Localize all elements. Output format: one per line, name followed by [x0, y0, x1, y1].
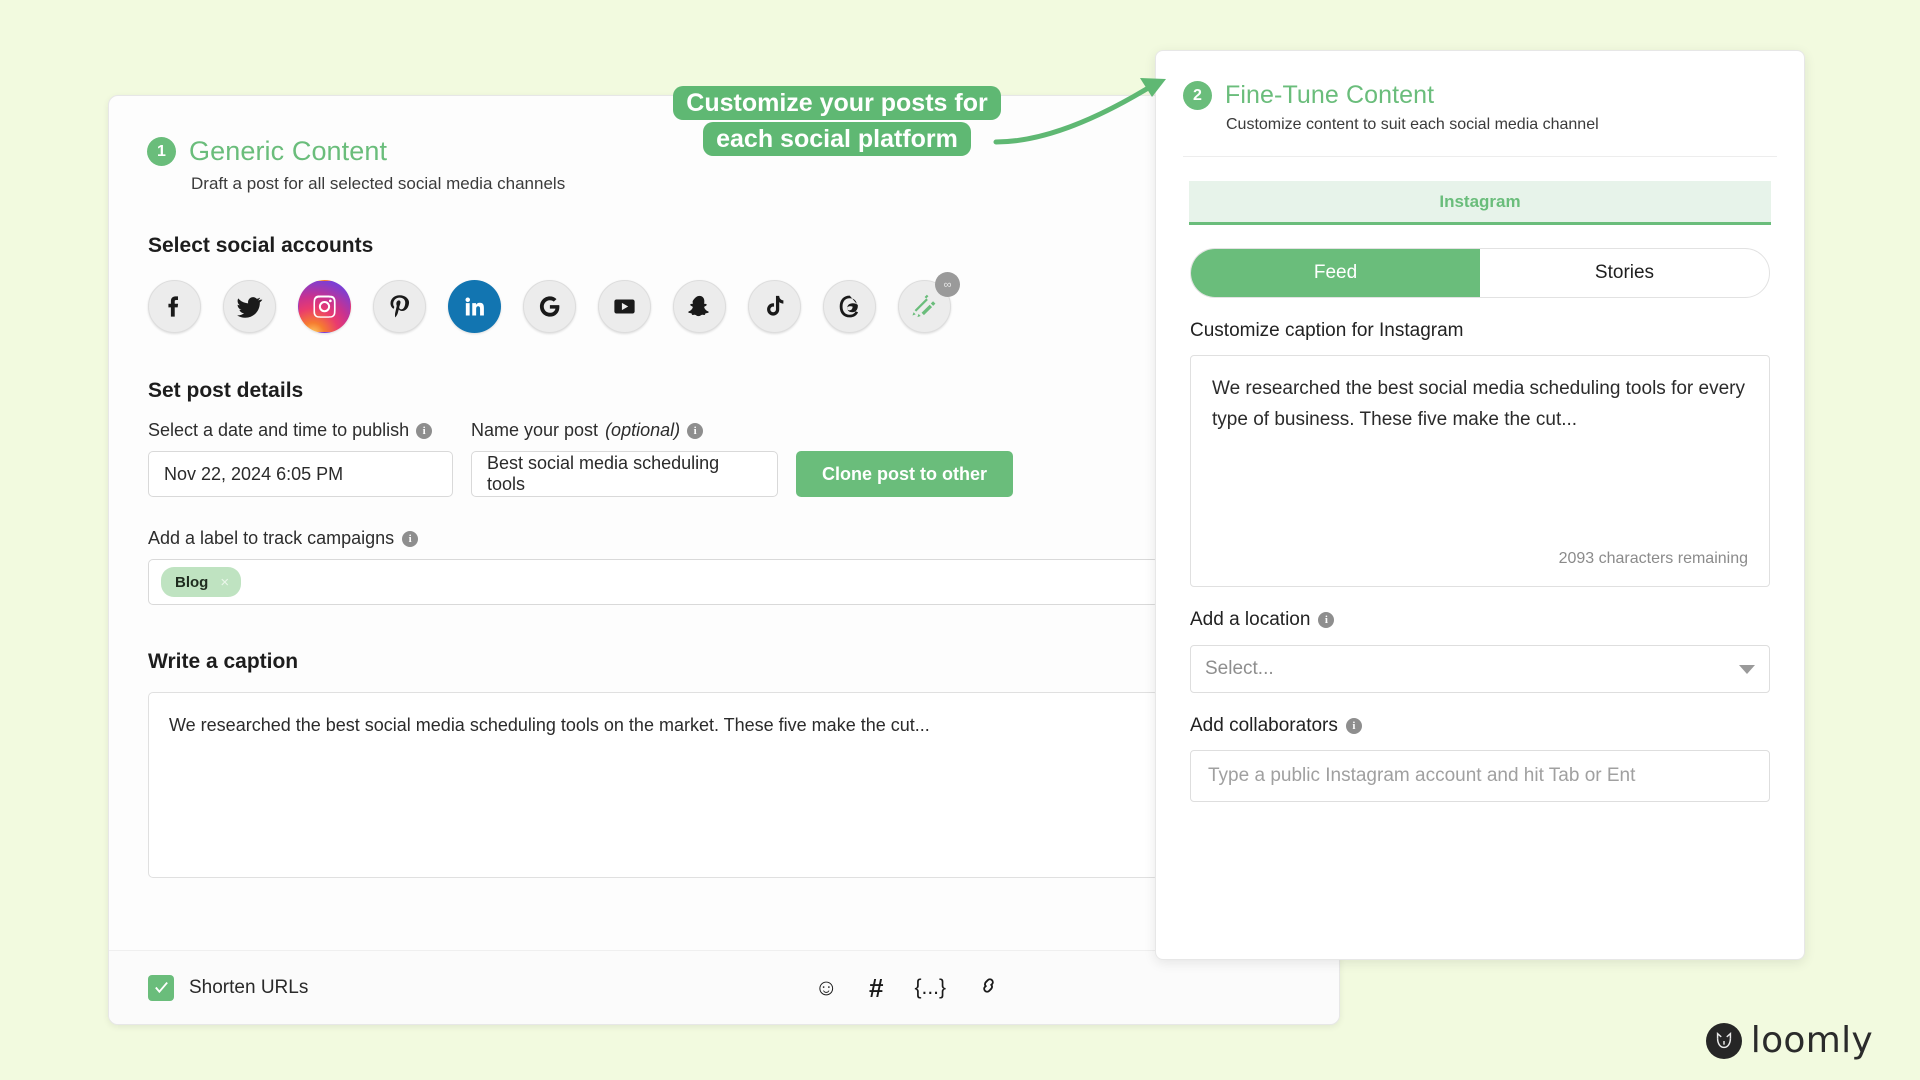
account-mock-post[interactable]: ∞ [898, 272, 960, 333]
characters-remaining: 2093 characters remaining [1558, 550, 1748, 568]
facebook-icon [168, 296, 179, 317]
callout-arrow [993, 78, 1166, 145]
screenshot-root: 1 Generic Content Draft a post for all s… [0, 0, 1920, 1080]
callout-tooltip: Customize your posts for each social pla… [672, 86, 1002, 157]
campaign-label: Add a label to track campaigns [148, 528, 395, 548]
tab-feed[interactable]: Feed [1191, 249, 1480, 297]
pinterest-icon [390, 295, 410, 318]
youtube-icon [614, 299, 635, 314]
mock-post-badge: ∞ [935, 272, 960, 297]
location-select-value: Select... [1205, 658, 1274, 679]
account-youtube[interactable] [598, 280, 651, 333]
date-field-label: Select a date and time to publish [148, 420, 410, 440]
instagram-caption-textarea[interactable]: We researched the best social media sche… [1190, 355, 1770, 587]
pencil-ruler-icon [912, 294, 936, 318]
campaign-label-input[interactable]: Blog × [148, 559, 1159, 605]
fine-tune-content-panel: 2 Fine-Tune Content Customize content to… [1155, 50, 1805, 960]
close-icon[interactable]: × [220, 574, 229, 591]
loomly-cat-icon [1705, 1022, 1742, 1059]
hashtag-icon[interactable]: # [869, 975, 883, 1001]
step-badge-1: 1 [147, 137, 176, 166]
fine-tune-header: 2 Fine-Tune Content [1156, 51, 1804, 110]
campaign-chip-label: Blog [175, 573, 209, 591]
threads-icon [839, 295, 859, 318]
account-tiktok[interactable] [748, 280, 801, 333]
channel-tabs: Instagram [1189, 181, 1771, 225]
account-snapchat[interactable] [673, 280, 726, 333]
shorten-urls-label: Shorten URLs [189, 976, 309, 998]
account-pinterest[interactable] [373, 280, 426, 333]
publish-date-input[interactable]: Nov 22, 2024 6:05 PM [148, 451, 453, 497]
link-glyph [983, 978, 994, 993]
name-field-label: Name your post [471, 420, 599, 440]
account-threads[interactable] [823, 280, 876, 333]
variable-icon[interactable]: {...} [914, 977, 946, 998]
collaborators-placeholder: Type a public Instagram account and hit … [1208, 765, 1636, 786]
fine-tune-subtitle: Customize content to suit each social me… [1226, 116, 1599, 133]
callout-text: Customize your posts for each social pla… [673, 86, 1001, 156]
info-icon[interactable]: i [402, 530, 419, 547]
account-twitter[interactable] [223, 280, 276, 333]
name-field-label-row: Name your post (optional) i [471, 420, 778, 441]
google-icon [539, 296, 560, 317]
page-title: Generic Content [189, 136, 388, 166]
add-location-label-row: Add a location i [1190, 609, 1804, 631]
generic-caption-textarea[interactable]: We researched the best social media sche… [148, 692, 1159, 878]
caption-toolbar: ☺ # {...} [815, 974, 1300, 1001]
account-linkedin[interactable] [448, 280, 501, 333]
twitter-icon [237, 297, 263, 318]
clone-post-button[interactable]: Clone post to other [796, 451, 1013, 497]
generic-content-footer: Shorten URLs ☺ # {...} [109, 950, 1339, 1024]
loomly-wordmark: loomly [1750, 1020, 1873, 1061]
divider [1183, 156, 1777, 157]
instagram-caption-value: We researched the best social media sche… [1212, 378, 1745, 430]
chevron-down-icon [1739, 664, 1755, 674]
account-instagram[interactable] [298, 280, 351, 333]
account-google-business[interactable] [523, 280, 576, 333]
add-location-label: Add a location [1190, 609, 1311, 630]
tab-stories[interactable]: Stories [1480, 249, 1769, 297]
link-icon[interactable] [977, 974, 1000, 1001]
instagram-icon [313, 295, 336, 318]
name-field-optional: (optional) [605, 420, 681, 440]
loomly-logo: loomly [1705, 1020, 1873, 1061]
snapchat-icon [688, 295, 709, 317]
date-field-group: Select a date and time to publish i Nov … [148, 420, 453, 497]
campaign-chip[interactable]: Blog × [161, 567, 242, 597]
name-field-group: Name your post (optional) i Best social … [471, 420, 778, 497]
post-name-input[interactable]: Best social media scheduling tools [471, 451, 778, 497]
info-icon[interactable]: i [416, 422, 433, 439]
linkedin-icon [465, 297, 484, 316]
account-facebook[interactable] [148, 280, 201, 333]
check-icon [154, 981, 168, 994]
customize-caption-label: Customize caption for Instagram [1190, 320, 1464, 341]
post-type-segmented-control: Feed Stories [1190, 248, 1770, 298]
shorten-urls-toggle[interactable]: Shorten URLs [148, 974, 309, 1001]
collaborators-input[interactable]: Type a public Instagram account and hit … [1190, 750, 1770, 802]
tab-instagram[interactable]: Instagram [1189, 181, 1771, 225]
info-icon[interactable]: i [1345, 718, 1362, 734]
emoji-icon[interactable]: ☺ [815, 976, 838, 999]
add-collaborators-label-row: Add collaborators i [1190, 715, 1804, 737]
tiktok-icon [767, 295, 784, 316]
info-icon[interactable]: i [687, 422, 704, 439]
cat-glyph [1716, 1031, 1731, 1048]
date-field-label-row: Select a date and time to publish i [148, 420, 453, 441]
location-select[interactable]: Select... [1190, 645, 1770, 693]
fine-tune-title: Fine-Tune Content [1225, 81, 1435, 109]
add-collaborators-label: Add collaborators [1190, 715, 1338, 736]
checkbox-checked[interactable] [148, 974, 174, 1001]
info-icon[interactable]: i [1318, 612, 1335, 628]
